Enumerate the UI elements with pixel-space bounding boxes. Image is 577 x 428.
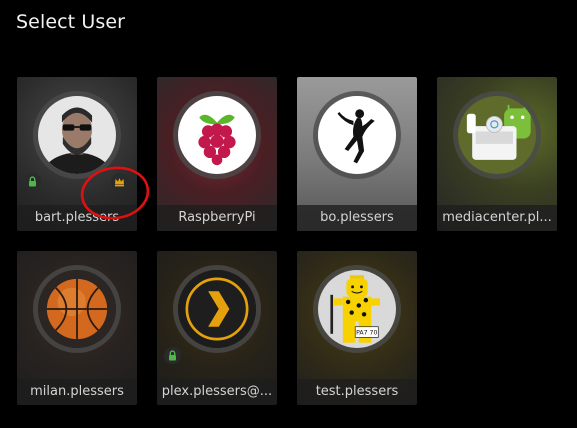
- user-name-label: milan.plessers: [17, 379, 137, 405]
- user-tile-bo-plessers[interactable]: bo.plessers: [297, 77, 417, 231]
- user-tile-bart-plessers[interactable]: bart.plessers: [17, 77, 137, 231]
- user-name-label: plex.plessers@...: [157, 379, 277, 405]
- user-tile-milan-plessers[interactable]: milan.plessers: [17, 251, 137, 405]
- lock-icon: [164, 347, 181, 364]
- page-title: Select User: [16, 11, 126, 33]
- user-name-label: bart.plessers: [17, 205, 137, 231]
- user-avatar: [453, 91, 541, 179]
- user-tile-mediacenter[interactable]: mediacenter.pl...: [437, 77, 557, 231]
- crown-icon: [111, 173, 128, 190]
- user-avatar: [33, 91, 121, 179]
- user-avatar: [313, 91, 401, 179]
- user-name-label: RaspberryPi: [157, 205, 277, 231]
- user-select-screen: Select User bart.plessers RaspberryPi bo…: [0, 0, 577, 428]
- user-avatar: PA7 70: [313, 265, 401, 353]
- user-name-label: bo.plessers: [297, 205, 417, 231]
- user-avatar: [33, 265, 121, 353]
- user-tile-test-plessers[interactable]: PA7 70 test.plessers: [297, 251, 417, 405]
- user-tile-plex-plessers[interactable]: plex.plessers@...: [157, 251, 277, 405]
- lego-sign-text: PA7 70: [356, 330, 377, 337]
- user-tile-raspberrypi[interactable]: RaspberryPi: [157, 77, 277, 231]
- user-name-label: test.plessers: [297, 379, 417, 405]
- user-avatar: [173, 91, 261, 179]
- user-avatar: [173, 265, 261, 353]
- lock-icon: [24, 173, 41, 190]
- user-name-label: mediacenter.pl...: [437, 205, 557, 231]
